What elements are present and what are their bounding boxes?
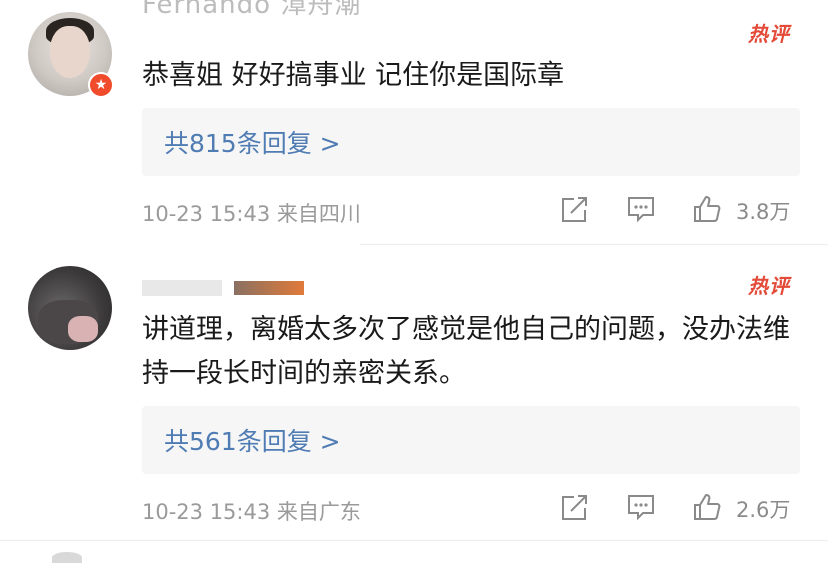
- avatar-face: [50, 26, 90, 78]
- replies-box[interactable]: 共561条回复 >: [142, 406, 800, 474]
- comment-meta: 10-23 15:43 来自广东: [142, 496, 361, 526]
- username[interactable]: Fernando 漳舟潮: [142, 0, 361, 21]
- thumbs-up-icon[interactable]: [692, 492, 722, 522]
- thumbs-up-icon[interactable]: [692, 194, 722, 224]
- comment-icon[interactable]: [626, 194, 656, 224]
- comment-time: 10-23 15:43: [142, 500, 271, 524]
- comment-text: 恭喜姐 好好搞事业 记住你是国际章: [142, 60, 565, 91]
- view-replies-link[interactable]: 共815条回复 >: [164, 124, 341, 160]
- next-comment-avatar-peek: [52, 552, 82, 563]
- comment-actions: 3.8万: [560, 192, 800, 228]
- username-redacted: [142, 279, 222, 296]
- share-icon[interactable]: [560, 194, 590, 224]
- comment-actions: 2.6万: [560, 490, 800, 526]
- comment-meta: 10-23 15:43 来自四川: [142, 198, 361, 228]
- view-replies-link[interactable]: 共561条回复 >: [164, 422, 341, 458]
- avatar[interactable]: [28, 266, 112, 350]
- comment-item: ★ Fernando 漳舟潮 热评 恭喜姐 好好搞事业 记住你是国际章 共815…: [0, 0, 828, 246]
- comment-time: 10-23 15:43: [142, 202, 271, 226]
- replies-box[interactable]: 共815条回复 >: [142, 108, 800, 176]
- comment-icon[interactable]: [626, 492, 656, 522]
- comment-location: 来自四川: [276, 202, 361, 226]
- divider: [0, 540, 828, 541]
- comment-location: 来自广东: [276, 500, 361, 524]
- avatar-shape: [68, 316, 98, 342]
- divider: [360, 244, 828, 245]
- like-count: 3.8万: [736, 200, 791, 224]
- username[interactable]: [142, 272, 304, 302]
- star-badge-icon: ★: [88, 72, 114, 98]
- like-count: 2.6万: [736, 498, 791, 522]
- comment-text: 讲道理，离婚太多次了感觉是他自己的问题，没办法维持一段长时间的亲密关系。: [142, 314, 790, 389]
- hot-comment-tag: 热评: [748, 274, 790, 298]
- comment-item: 热评 讲道理，离婚太多次了感觉是他自己的问题，没办法维持一段长时间的亲密关系。 …: [0, 246, 828, 542]
- hot-comment-tag: 热评: [748, 22, 790, 46]
- share-icon[interactable]: [560, 492, 590, 522]
- username-redacted: [234, 280, 304, 295]
